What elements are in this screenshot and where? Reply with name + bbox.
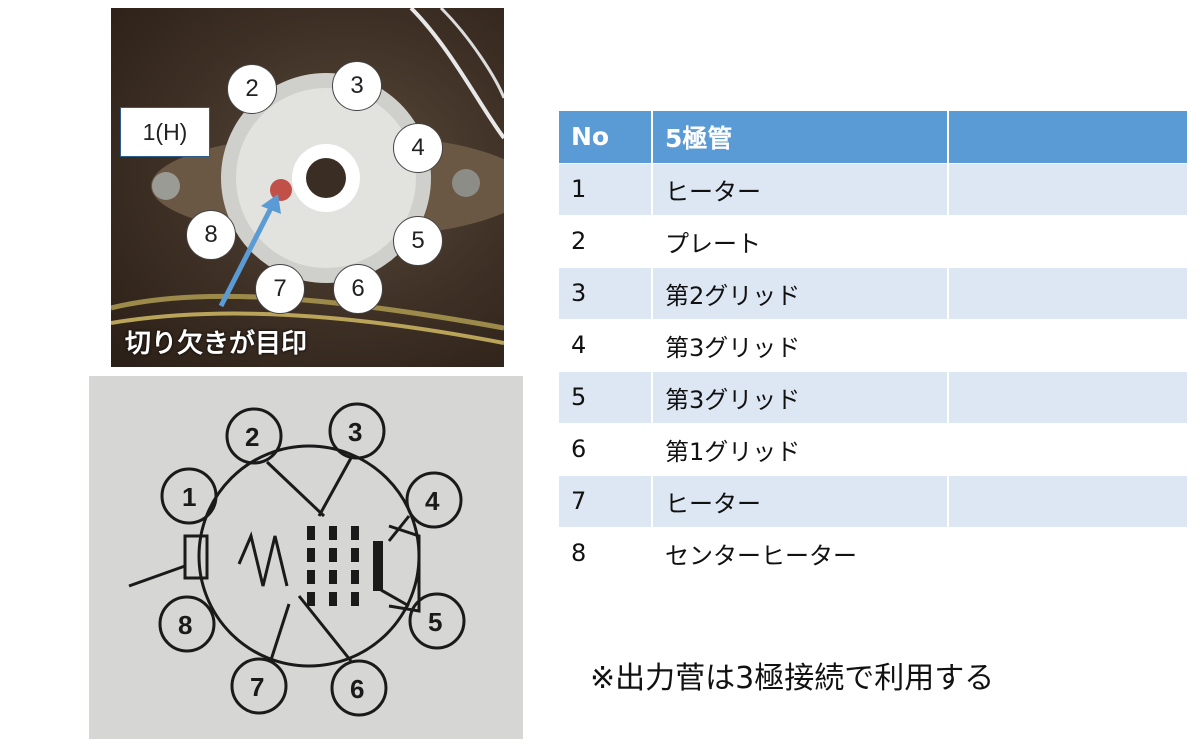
pin-assignment-table: No 5極管 1 ヒーター 2 プレート 3 第2グリッド 4 第3グリッド 5… [559,111,1189,580]
cell-extra [948,319,1189,372]
socket-photo: 2 3 4 5 6 7 8 1(H) 切り欠きが目印 [111,8,504,367]
cell-name: 第3グリッド [652,371,949,424]
cell-no: 1 [559,163,653,216]
photo-pin-5: 5 [393,216,443,266]
cell-no: 4 [559,319,653,372]
cell-extra [948,215,1189,268]
diagram-pin-1: 1 [182,482,196,512]
diagram-pin-3: 3 [348,417,362,447]
cell-name: プレート [652,215,949,268]
diagram-pin-5: 5 [428,607,442,637]
photo-pin-2: 2 [227,64,277,114]
cell-no: 7 [559,475,653,528]
cell-no: 2 [559,215,653,268]
cell-no: 3 [559,267,653,320]
notch-caption: 切り欠きが目印 [125,329,308,359]
table-row: 3 第2グリッド [559,267,1189,320]
heater-pin-label: 1(H) [120,107,210,157]
cell-name: ヒーター [652,163,949,216]
cell-extra [948,475,1189,528]
photo-pin-4: 4 [393,123,443,173]
diagram-pin-6: 6 [350,674,364,704]
diagram-pin-8: 8 [178,610,192,640]
diagram-pin-4: 4 [425,486,440,516]
cell-extra [948,371,1189,424]
tube-pin-diagram: 2 3 4 5 6 7 8 1 [128,402,466,717]
photo-pin-3: 3 [332,61,382,111]
photo-pin-6: 6 [333,264,383,314]
table-row: 4 第3グリッド [559,319,1189,372]
table-header-row: No 5極管 [559,111,1189,164]
header-no: No [559,111,653,164]
diagram-pin-2: 2 [245,422,259,452]
photo-pin-7: 7 [255,264,305,314]
cell-name: 第1グリッド [652,423,949,476]
table-row: 6 第1グリッド [559,423,1189,476]
table-row: 2 プレート [559,215,1189,268]
header-pentode: 5極管 [652,111,949,164]
table-row: 7 ヒーター [559,475,1189,528]
cell-extra [948,423,1189,476]
table-row: 5 第3グリッド [559,371,1189,424]
header-empty [948,111,1189,164]
table-row: 8 センターヒーター [559,527,1189,580]
cell-name: 第2グリッド [652,267,949,320]
cell-extra [948,163,1189,216]
diagram-pin-7: 7 [250,672,264,702]
cell-no: 5 [559,371,653,424]
cell-extra [948,267,1189,320]
socket-photo-illustration [111,8,504,345]
cell-name: ヒーター [652,475,949,528]
cell-name: 第3グリッド [652,319,949,372]
cell-no: 6 [559,423,653,476]
cell-extra [948,527,1189,580]
photo-pin-8: 8 [186,210,236,260]
cell-no: 8 [559,527,653,580]
cell-name: センターヒーター [652,527,949,580]
pin-diagram-scan: 2 3 4 5 6 7 8 1 [89,376,523,739]
usage-note: ※出力菅は3極接続で利用する [590,661,995,696]
table-row: 1 ヒーター [559,163,1189,216]
